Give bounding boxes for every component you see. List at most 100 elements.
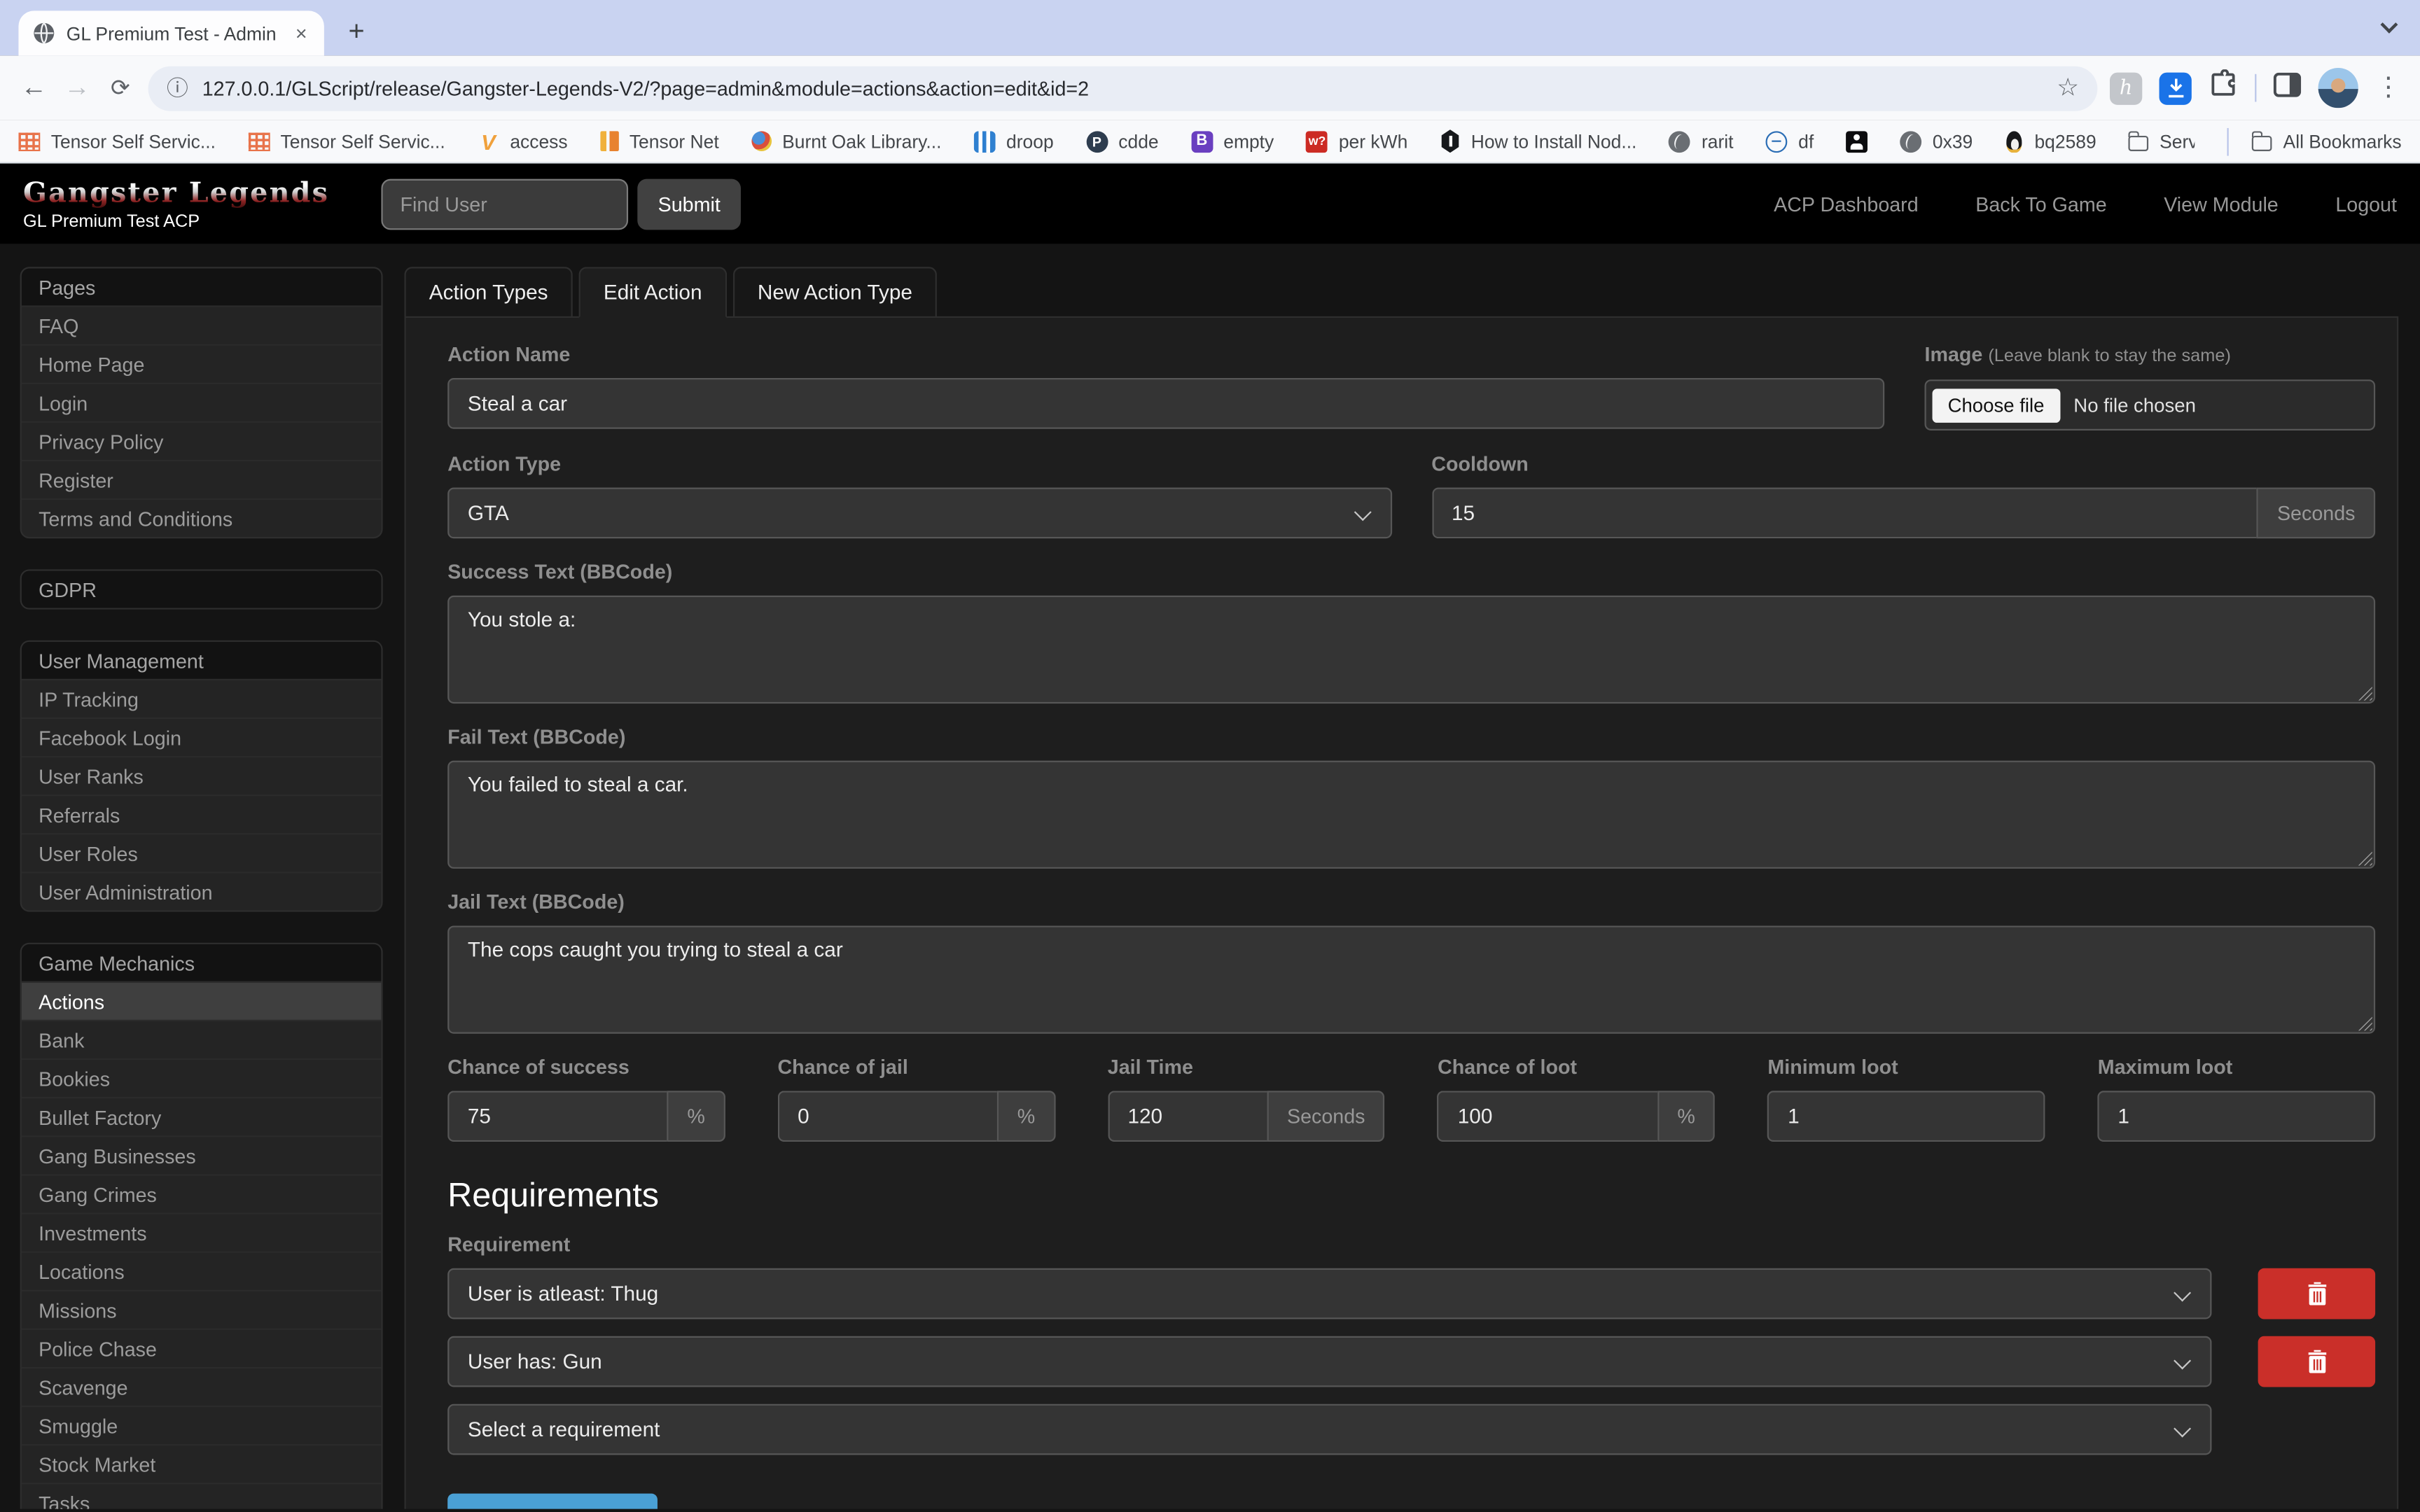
stat-input[interactable] — [447, 1091, 667, 1142]
sidebar-item[interactable]: Terms and Conditions — [22, 498, 382, 537]
stat-input[interactable] — [2098, 1091, 2375, 1142]
bookmarks-right: All Bookmarks — [2227, 127, 2401, 155]
h-extension-icon[interactable]: h — [2110, 71, 2142, 104]
delete-requirement-button[interactable] — [2258, 1336, 2376, 1387]
tab-edit-action[interactable]: Edit Action — [579, 267, 727, 318]
sidebar-group-gdpr: GDPR — [20, 569, 383, 609]
choose-file-button[interactable]: Choose file — [1933, 388, 2060, 421]
sidebar-item[interactable]: Facebook Login — [22, 718, 382, 756]
sidebar-item[interactable]: Home Page — [22, 344, 382, 383]
sidebar-item[interactable]: Tasks — [22, 1483, 382, 1508]
bookmark-item[interactable]: Server Installs — [2129, 130, 2195, 152]
stat-input[interactable] — [777, 1091, 997, 1142]
bookmark-item[interactable]: droop — [974, 130, 1054, 152]
tab-new-action-type[interactable]: New Action Type — [733, 267, 938, 318]
sidebar-item[interactable]: Register — [22, 460, 382, 498]
submit-button[interactable]: Submit — [638, 178, 741, 230]
nav-back-to-game[interactable]: Back To Game — [1975, 192, 2106, 215]
sidebar-item[interactable]: Scavenge — [22, 1367, 382, 1406]
sidebar-item[interactable]: Bookies — [22, 1058, 382, 1097]
all-bookmarks-button[interactable]: All Bookmarks — [2252, 130, 2401, 152]
stat-label: Chance of loot — [1438, 1057, 1715, 1079]
stat-input[interactable] — [1767, 1091, 2045, 1142]
bookmark-item[interactable]: How to Install Nod... — [1440, 130, 1637, 153]
chevron-down-icon[interactable] — [2380, 16, 2398, 34]
sidebar-item[interactable]: IP Tracking — [22, 679, 382, 718]
browser-menu-icon[interactable]: ⋮ — [2375, 73, 2401, 104]
nav-acp-dashboard[interactable]: ACP Dashboard — [1774, 192, 1919, 215]
find-user-input[interactable] — [382, 178, 629, 230]
browser-tab[interactable]: GL Premium Test - Admin Co × — [18, 10, 324, 55]
nav-view-module[interactable]: View Module — [2164, 192, 2279, 215]
fail-text-area[interactable]: You failed to steal a car. — [447, 761, 2375, 869]
bookmark-item[interactable]: Tensor Net — [600, 130, 719, 152]
tab-action-types[interactable]: Action Types — [404, 267, 572, 318]
sidebar-item[interactable]: Gang Businesses — [22, 1135, 382, 1174]
new-tab-button[interactable]: + — [336, 10, 376, 50]
sidebar-item[interactable]: Referrals — [22, 794, 382, 833]
sidebar-item[interactable]: Bullet Factory — [22, 1097, 382, 1135]
trash-icon — [2307, 1282, 2327, 1306]
bookmark-item[interactable]: per kWh — [1307, 130, 1408, 152]
sidebar-item[interactable]: FAQ — [22, 305, 382, 344]
action-name-input[interactable] — [447, 378, 1884, 429]
sidebar-item[interactable]: User Roles — [22, 833, 382, 872]
sidebar-item[interactable]: Actions — [22, 981, 382, 1020]
delete-requirement-button[interactable] — [2258, 1268, 2376, 1320]
sidebar-item[interactable]: Investments — [22, 1212, 382, 1251]
bookmark-item[interactable]: Burnt Oak Library... — [751, 130, 941, 152]
sidebar-item[interactable]: User Administration — [22, 872, 382, 910]
requirement-select[interactable]: User is atleast: Thug — [447, 1268, 2211, 1320]
avatar[interactable] — [2318, 68, 2358, 108]
stat-input[interactable] — [1438, 1091, 1657, 1142]
browser-toolbar: ← → ⟳ ⓘ 127.0.0.1/GLScript/release/Gangs… — [0, 55, 2420, 120]
sidebar-item[interactable]: Missions — [22, 1290, 382, 1329]
bookmark-item[interactable]: cdde — [1086, 130, 1159, 152]
image-hint: (Leave blank to stay the same) — [1988, 347, 2231, 365]
bookmark-star-icon[interactable]: ☆ — [2057, 73, 2079, 104]
sidebar-item[interactable]: Gang Crimes — [22, 1174, 382, 1212]
close-tab-icon[interactable]: × — [292, 23, 310, 43]
bookmark-icon — [1191, 130, 1213, 152]
nav-logout[interactable]: Logout — [2335, 192, 2397, 215]
bookmark-item[interactable]: Tensor Self Servic... — [248, 130, 445, 152]
bookmark-item[interactable]: rarit — [1669, 130, 1734, 152]
action-type-select[interactable]: GTA — [447, 487, 1391, 538]
address-bar[interactable]: ⓘ 127.0.0.1/GLScript/release/Gangster-Le… — [148, 66, 2098, 111]
forward-button[interactable]: → — [55, 66, 99, 110]
stat-input[interactable] — [1108, 1091, 1267, 1142]
image-file-input[interactable]: Choose file No file chosen — [1925, 379, 2376, 430]
jail-text-area[interactable]: The cops caught you trying to steal a ca… — [447, 925, 2375, 1033]
download-icon[interactable] — [2160, 71, 2192, 104]
new-requirement-button[interactable]: New Requirement — [447, 1494, 658, 1509]
bookmark-item[interactable]: access — [478, 130, 568, 152]
bookmark-item[interactable]: bq2589 — [2005, 130, 2096, 152]
image-label: Image (Leave blank to stay the same) — [1925, 344, 2376, 368]
cooldown-input[interactable] — [1431, 487, 2257, 538]
bookmark-item[interactable] — [1846, 130, 1868, 152]
requirement-select[interactable]: Select a requirement — [447, 1404, 2211, 1455]
side-panel-icon[interactable] — [2274, 71, 2302, 104]
sidebar-item[interactable]: Privacy Policy — [22, 421, 382, 460]
bookmark-item[interactable]: empty — [1191, 130, 1274, 152]
sidebar-item[interactable]: User Ranks — [22, 756, 382, 794]
sidebar-item[interactable]: Stock Market — [22, 1444, 382, 1483]
sidebar-item[interactable]: Locations — [22, 1252, 382, 1290]
bookmark-item[interactable]: df — [1766, 130, 1814, 152]
site-info-icon[interactable]: ⓘ — [167, 73, 188, 104]
sidebar-item[interactable]: Police Chase — [22, 1329, 382, 1367]
sidebar-item[interactable]: Smuggle — [22, 1406, 382, 1444]
success-text-area[interactable]: You stole a: — [447, 596, 2375, 704]
bookmark-item[interactable]: 0x39 — [1900, 130, 1973, 152]
toolbar-divider — [2255, 74, 2256, 102]
sidebar-item[interactable]: Login — [22, 383, 382, 421]
back-button[interactable]: ← — [13, 66, 56, 110]
sidebar-item[interactable]: Bank — [22, 1020, 382, 1058]
reload-button[interactable]: ⟳ — [99, 66, 142, 110]
bookmark-item[interactable]: Tensor Self Servic... — [18, 130, 216, 152]
extensions-puzzle-icon[interactable] — [2209, 69, 2238, 106]
success-text-label: Success Text (BBCode) — [447, 561, 2375, 583]
bookmark-icon — [2005, 130, 2024, 152]
url-text[interactable]: 127.0.0.1/GLScript/release/Gangster-Lege… — [202, 76, 2043, 99]
requirement-select[interactable]: User has: Gun — [447, 1336, 2211, 1387]
